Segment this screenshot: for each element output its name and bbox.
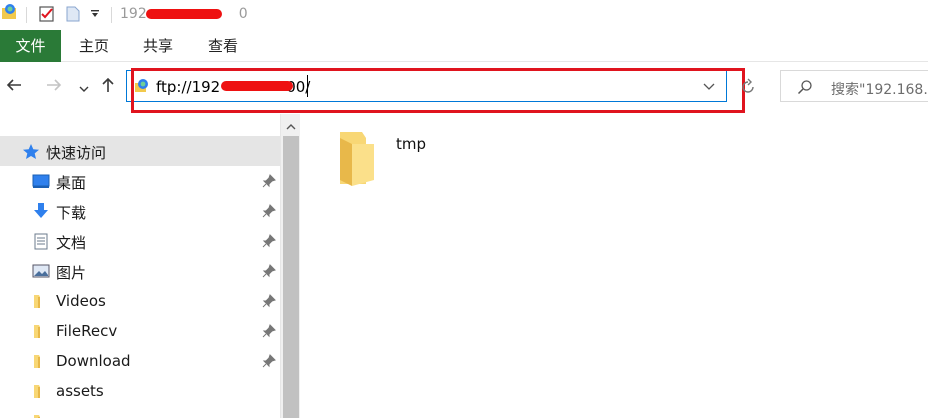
sidebar-item-label: FileRecv	[56, 322, 118, 340]
file-list-pane: tmp	[300, 114, 928, 418]
sidebar-item-desktop[interactable]: 桌面	[0, 166, 280, 196]
sidebar-item-pictures[interactable]: 图片	[0, 256, 280, 286]
folder-icon	[32, 323, 50, 339]
pin-icon[interactable]	[262, 204, 276, 222]
pin-icon[interactable]	[262, 324, 276, 342]
navigation-pane: 快速访问 桌面 下载 文档 图片 Videos FileRecv Downloa…	[0, 114, 280, 418]
chevron-up-icon	[286, 124, 296, 130]
title-separator	[26, 7, 27, 23]
picture-icon	[32, 263, 50, 279]
file-item-tmp[interactable]: tmp	[336, 130, 486, 190]
tab-home[interactable]: 主页	[70, 30, 118, 62]
window-title-start: 192	[120, 6, 147, 22]
chevron-down-icon	[79, 86, 89, 92]
sidebar-item-assets[interactable]: assets	[0, 376, 280, 406]
refresh-icon	[742, 78, 754, 93]
pin-icon[interactable]	[262, 354, 276, 372]
folder-icon	[32, 293, 50, 309]
sidebar-item-documents[interactable]: 文档	[0, 226, 280, 256]
pin-icon[interactable]	[262, 174, 276, 192]
sidebar-item-label: 桌面	[56, 174, 87, 192]
pin-icon[interactable]	[262, 234, 276, 252]
network-folder-icon	[0, 3, 20, 27]
sidebar-item-downloads[interactable]: 下载	[0, 196, 280, 226]
refresh-button[interactable]	[737, 78, 759, 100]
sidebar-item-label: 快速访问	[46, 144, 107, 162]
sidebar-item-label: 下载	[56, 204, 87, 222]
folder-icon	[32, 353, 50, 369]
tab-file[interactable]: 文件	[0, 30, 61, 62]
sidebar-item-videos[interactable]: Videos	[0, 286, 280, 316]
scroll-up-button[interactable]	[285, 120, 297, 136]
sidebar-item-download[interactable]: Download	[0, 346, 280, 376]
back-button[interactable]	[4, 76, 24, 98]
redaction-mark	[146, 9, 222, 19]
annotation-highlight-box	[131, 68, 745, 113]
up-button[interactable]	[98, 76, 118, 98]
search-placeholder: 搜索"192.168.	[831, 82, 928, 98]
sidebar-item-label: 文档	[56, 234, 87, 252]
sidebar-item-partial[interactable]	[0, 406, 280, 418]
folder-icon	[32, 413, 50, 418]
new-folder-icon[interactable]	[66, 6, 80, 26]
tab-view[interactable]: 查看	[199, 30, 247, 62]
sidebar-item-label: Download	[56, 352, 131, 370]
search-input[interactable]: 搜索"192.168.	[780, 70, 928, 102]
sidebar-item-label: assets	[56, 382, 104, 400]
navigation-scrollbar[interactable]	[280, 114, 300, 418]
forward-arrow-icon	[47, 79, 62, 91]
document-icon	[32, 233, 50, 250]
properties-icon[interactable]	[38, 5, 56, 27]
sidebar-item-quick-access[interactable]: 快速访问	[0, 136, 280, 166]
back-arrow-icon	[6, 79, 21, 91]
forward-button[interactable]	[44, 76, 64, 98]
tab-share[interactable]: 共享	[134, 30, 182, 62]
desktop-icon	[32, 173, 50, 189]
ribbon-tabs: 文件 主页 共享 查看	[0, 30, 928, 62]
recent-locations-button[interactable]	[74, 79, 94, 101]
title-separator	[111, 7, 112, 23]
search-icon	[797, 79, 813, 99]
folder-icon	[32, 383, 50, 399]
file-name: tmp	[396, 135, 427, 153]
customize-toolbar-icon[interactable]	[89, 8, 101, 24]
pin-icon[interactable]	[262, 294, 276, 312]
sidebar-item-filerecv[interactable]: FileRecv	[0, 316, 280, 346]
folder-icon	[336, 130, 376, 190]
window-title-end: 0	[238, 6, 248, 22]
scrollbar-thumb[interactable]	[283, 136, 299, 418]
sidebar-item-label: 图片	[56, 264, 87, 282]
sidebar-item-label: Videos	[56, 292, 106, 310]
download-arrow-icon	[32, 203, 50, 219]
star-icon	[22, 143, 40, 164]
title-bar: 192 0	[0, 0, 928, 30]
up-arrow-icon	[102, 77, 114, 92]
pin-icon[interactable]	[262, 264, 276, 282]
navigation-bar: ftp://192 00/ 搜索"192.168.	[0, 62, 928, 114]
